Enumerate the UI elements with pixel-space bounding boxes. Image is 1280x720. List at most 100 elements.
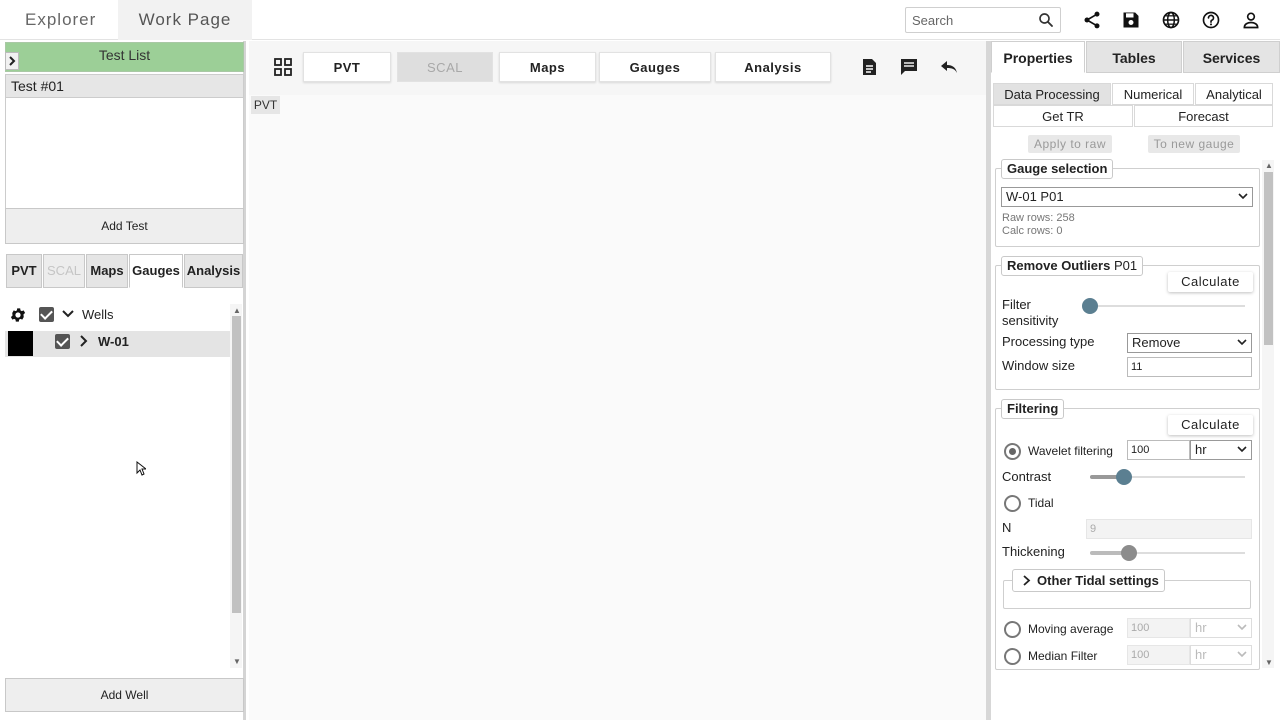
wells-label: Wells xyxy=(82,307,114,322)
undo-icon[interactable] xyxy=(940,59,958,75)
help-icon[interactable] xyxy=(1201,10,1221,30)
subtab-data-processing[interactable]: Data Processing xyxy=(993,83,1111,105)
right-scroll-up-arrow[interactable]: ▲ xyxy=(1265,161,1273,170)
grid-view-icon[interactable] xyxy=(274,58,292,76)
wells-checkbox[interactable] xyxy=(39,307,54,322)
add-test-button[interactable]: Add Test xyxy=(5,208,244,244)
chevron-down-icon xyxy=(1237,651,1247,658)
center-tab-pvt[interactable]: PVT xyxy=(303,52,391,82)
tidal-label: Tidal xyxy=(1028,496,1054,510)
processing-type-select[interactable]: Remove xyxy=(1127,333,1252,353)
n-label: N xyxy=(1002,520,1012,535)
chevron-right-icon[interactable] xyxy=(78,335,88,347)
raw-rows-count: Raw rows: 258 xyxy=(1002,212,1075,224)
comment-icon[interactable] xyxy=(900,58,918,76)
moving-average-value-input: 100 xyxy=(1127,618,1190,638)
chevron-down-icon[interactable] xyxy=(62,309,74,319)
remove-outliers-calculate-button[interactable]: Calculate xyxy=(1168,272,1253,292)
moving-average-label: Moving average xyxy=(1028,622,1114,636)
processing-type-value: Remove xyxy=(1132,335,1181,350)
left-tab-pvt[interactable]: PVT xyxy=(6,254,42,288)
left-tab-analysis[interactable]: Analysis xyxy=(184,254,243,288)
wavelet-unit-select[interactable]: hr xyxy=(1190,440,1252,460)
subtab-forecast[interactable]: Forecast xyxy=(1134,105,1273,127)
mouse-cursor-icon xyxy=(136,461,146,476)
filtering-title: Filtering xyxy=(1001,399,1065,419)
contrast-label: Contrast xyxy=(1002,469,1052,484)
center-tab-scal: SCAL xyxy=(397,52,493,82)
well-color-swatch[interactable] xyxy=(8,331,33,356)
right-scroll-down-arrow[interactable]: ▼ xyxy=(1265,658,1273,667)
test-list-header: Test List xyxy=(5,42,244,72)
center-tab-analysis[interactable]: Analysis xyxy=(715,52,831,82)
moving-average-unit-value: hr xyxy=(1195,620,1207,635)
add-well-button[interactable]: Add Well xyxy=(5,678,244,712)
chevron-down-icon xyxy=(1237,339,1247,346)
thickening-label: Thickening xyxy=(1002,544,1065,559)
center-tab-gauges[interactable]: Gauges xyxy=(599,52,711,82)
apply-to-raw-button: Apply to raw xyxy=(1028,135,1112,153)
search-input[interactable] xyxy=(906,8,1036,32)
thickening-slider-thumb[interactable] xyxy=(1120,545,1137,561)
left-tab-maps[interactable]: Maps xyxy=(86,254,128,288)
scroll-up-arrow[interactable]: ▲ xyxy=(233,306,241,315)
search-box xyxy=(905,7,1061,33)
user-icon[interactable] xyxy=(1241,10,1261,30)
window-size-label: Window size xyxy=(1002,358,1075,373)
test-list-item[interactable]: Test #01 xyxy=(5,74,244,98)
remove-outliers-gauge-suffix: P01 xyxy=(1113,258,1138,273)
processing-type-label: Processing type xyxy=(1002,334,1095,349)
contrast-slider-thumb[interactable] xyxy=(1116,469,1133,485)
window-size-input[interactable]: 11 xyxy=(1127,357,1252,377)
chevron-down-icon xyxy=(1237,446,1247,453)
remove-outliers-title: Remove Outliers P01 xyxy=(1001,256,1144,276)
moving-average-radio[interactable] xyxy=(1004,621,1021,638)
wavelet-filtering-label: Wavelet filtering xyxy=(1028,444,1113,458)
left-tab-scal: SCAL xyxy=(43,254,85,288)
well-checkbox[interactable] xyxy=(55,334,70,349)
moving-average-unit-select: hr xyxy=(1190,618,1252,638)
remove-outliers-title-text: Remove Outliers xyxy=(1007,258,1111,273)
nav-tab-work-page[interactable]: Work Page xyxy=(118,0,252,40)
gear-icon[interactable] xyxy=(9,306,27,324)
scroll-down-arrow[interactable]: ▼ xyxy=(233,657,241,666)
wavelet-unit-value: hr xyxy=(1195,442,1207,457)
right-tab-properties[interactable]: Properties xyxy=(991,41,1085,73)
collapse-panel-button[interactable] xyxy=(5,52,19,70)
wavelet-value-input[interactable]: 100 xyxy=(1127,440,1190,460)
median-filter-unit-select: hr xyxy=(1190,645,1252,665)
chevron-right-icon xyxy=(9,56,16,66)
other-tidal-settings-toggle[interactable]: Other Tidal settings xyxy=(1012,569,1165,592)
center-tab-maps[interactable]: Maps xyxy=(499,52,596,82)
subtab-numerical[interactable]: Numerical xyxy=(1112,83,1194,105)
save-icon[interactable] xyxy=(1121,10,1141,30)
filter-sensitivity-slider-track[interactable] xyxy=(1090,305,1245,307)
filtering-calculate-button[interactable]: Calculate xyxy=(1168,415,1253,435)
left-scrollbar-thumb[interactable] xyxy=(232,316,241,613)
work-area xyxy=(249,41,986,720)
median-filter-radio[interactable] xyxy=(1004,648,1021,665)
tidal-radio[interactable] xyxy=(1004,495,1021,512)
globe-icon[interactable] xyxy=(1161,10,1181,30)
gauge-selection-title: Gauge selection xyxy=(1001,159,1114,179)
median-filter-unit-value: hr xyxy=(1195,647,1207,662)
left-tab-gauges[interactable]: Gauges xyxy=(129,254,183,288)
right-tab-services[interactable]: Services xyxy=(1183,41,1280,73)
chevron-down-icon xyxy=(1237,624,1247,631)
share-icon[interactable] xyxy=(1082,10,1102,30)
subtab-get-tr[interactable]: Get TR xyxy=(993,105,1133,127)
chevron-right-icon xyxy=(1023,575,1031,586)
active-view-label: PVT xyxy=(251,96,280,114)
filter-sensitivity-label: Filter sensitivity xyxy=(1002,297,1059,328)
test-list-body xyxy=(5,98,244,208)
right-tab-tables[interactable]: Tables xyxy=(1086,41,1182,73)
wavelet-filtering-radio[interactable] xyxy=(1004,443,1021,460)
filter-sensitivity-slider-thumb[interactable] xyxy=(1082,298,1098,314)
gauge-select[interactable]: W-01 P01 xyxy=(1001,187,1253,207)
nav-tab-explorer[interactable]: Explorer xyxy=(25,0,96,40)
search-icon[interactable] xyxy=(1037,11,1055,29)
other-tidal-settings-label: Other Tidal settings xyxy=(1037,573,1159,588)
document-icon[interactable] xyxy=(861,58,878,76)
subtab-analytical[interactable]: Analytical xyxy=(1195,83,1273,105)
right-scrollbar-thumb[interactable] xyxy=(1264,172,1273,345)
